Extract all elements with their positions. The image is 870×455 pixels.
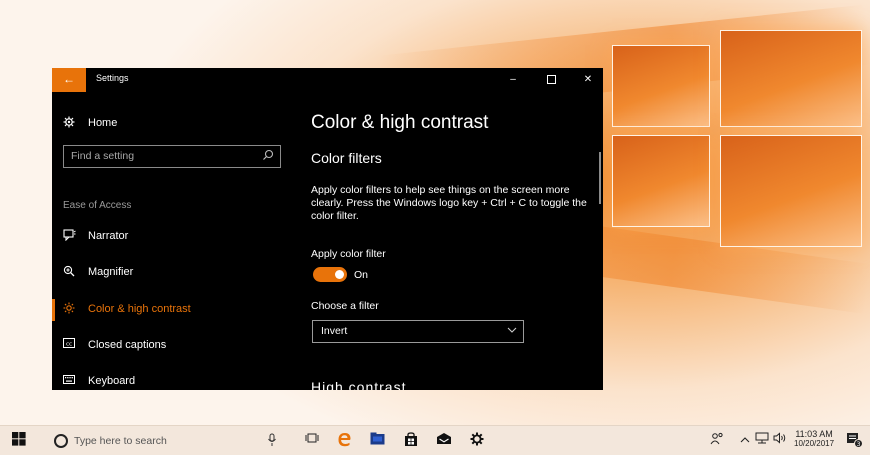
sidebar-item-narrator[interactable]: Narrator (52, 223, 292, 251)
network-icon[interactable] (753, 432, 770, 449)
section-title: Color filters (311, 150, 382, 166)
sidebar-item-label: Keyboard (88, 375, 136, 387)
sidebar-item-label: Narrator (88, 230, 129, 242)
notification-count: 3 (857, 441, 861, 448)
svg-text:cc: cc (66, 341, 72, 347)
chevron-up-icon[interactable] (736, 432, 753, 449)
wallpaper-pane (720, 135, 862, 247)
clock-time: 11:03 AM (795, 429, 833, 439)
mail-icon[interactable] (435, 432, 452, 449)
find-setting-input[interactable]: Find a setting (63, 145, 281, 168)
taskbar-clock[interactable]: 11:03 AM 10/20/2017 (794, 429, 834, 448)
color-filter-description: Apply color filters to help see things o… (311, 184, 587, 222)
sidebar-item-color-high-contrast[interactable]: Color & high contrast (52, 296, 292, 324)
sidebar-item-label: Home (88, 117, 118, 129)
edge-browser-icon[interactable] (336, 432, 353, 449)
toggle-knob (335, 270, 344, 279)
window-title: Settings (96, 73, 129, 83)
maximize-icon (546, 74, 556, 84)
wallpaper-pane (612, 135, 710, 227)
content-scrollbar[interactable] (599, 152, 601, 204)
sidebar-item-keyboard[interactable]: Keyboard (52, 368, 292, 390)
start-button[interactable] (10, 432, 27, 449)
search-icon (263, 149, 274, 160)
choose-filter-label: Choose a filter (311, 300, 379, 312)
windows-logo-icon (11, 432, 26, 446)
cc-icon: cc (62, 338, 76, 352)
brightness-icon (62, 302, 76, 316)
chevron-down-icon (507, 327, 517, 333)
high-contrast-heading: High contrast (311, 379, 407, 390)
page-title: Color & high contrast (311, 112, 489, 133)
magnifier-icon (62, 265, 76, 279)
filter-dropdown-value: Invert (321, 325, 348, 337)
narrator-icon (62, 229, 76, 243)
close-button[interactable]: ✕ (573, 68, 603, 92)
color-filter-toggle[interactable] (313, 267, 347, 282)
wallpaper-pane (612, 45, 710, 127)
sidebar-item-home[interactable]: Home (52, 110, 292, 138)
gear-icon (62, 116, 76, 130)
title-bar: ← Settings – ✕ (52, 68, 603, 92)
minimize-button[interactable]: – (498, 68, 528, 92)
search-placeholder: Find a setting (71, 150, 135, 162)
action-center-icon[interactable]: 3 (846, 432, 863, 449)
sidebar-group-heading: Ease of Access (63, 200, 132, 211)
sidebar-item-closed-captions[interactable]: cc Closed captions (52, 332, 292, 360)
task-view-icon[interactable] (303, 432, 320, 449)
toggle-state-label: On (354, 269, 369, 281)
wallpaper-pane (720, 30, 862, 127)
keyboard-icon (62, 374, 76, 388)
taskbar: Type here to search 11:03 AM 10/20/2017 … (0, 425, 870, 455)
taskbar-search-box[interactable]: Type here to search (36, 426, 288, 455)
sidebar-item-label: Closed captions (88, 339, 167, 351)
maximize-button[interactable] (536, 68, 566, 92)
microphone-icon[interactable] (267, 433, 277, 447)
volume-icon[interactable] (771, 432, 788, 449)
taskbar-search-placeholder: Type here to search (74, 435, 167, 447)
sidebar-item-label: Color & high contrast (88, 303, 191, 315)
settings-app-icon[interactable] (468, 432, 485, 449)
file-explorer-icon[interactable] (369, 432, 386, 449)
sidebar-item-magnifier[interactable]: Magnifier (52, 259, 292, 287)
apply-color-filter-label: Apply color filter (311, 248, 386, 260)
people-icon[interactable] (708, 432, 725, 449)
cortana-icon (54, 434, 68, 448)
store-icon[interactable] (402, 432, 419, 449)
settings-window: ← Settings – ✕ Home Find a setting Ease … (52, 68, 603, 390)
back-button[interactable]: ← (52, 68, 86, 92)
clock-date: 10/20/2017 (794, 439, 835, 448)
sidebar-item-label: Magnifier (88, 266, 134, 278)
back-arrow-icon: ← (63, 72, 75, 86)
filter-dropdown[interactable]: Invert (312, 320, 524, 343)
